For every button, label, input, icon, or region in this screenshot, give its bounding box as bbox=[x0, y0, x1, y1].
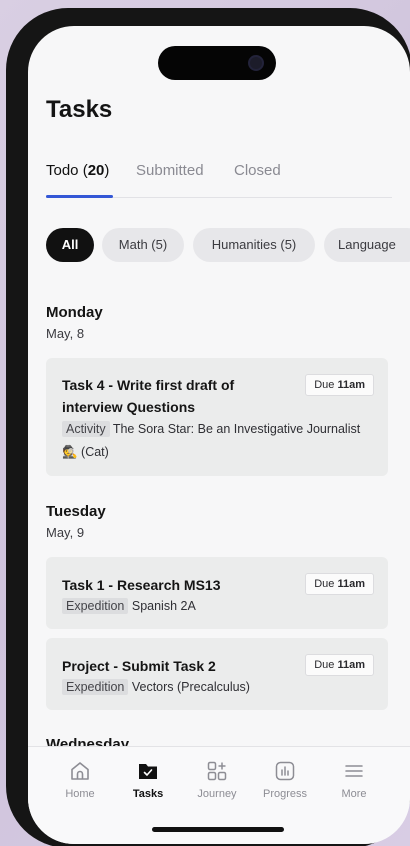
tab-todo-label: Todo bbox=[46, 162, 79, 179]
task-course: Vectors (Precalculus) bbox=[131, 680, 250, 694]
bottom-nav: Home Tasks Journey Progress More bbox=[28, 746, 410, 844]
tab-todo[interactable]: Todo (20) bbox=[46, 162, 109, 179]
menu-icon bbox=[345, 765, 363, 777]
nav-progress-label: Progress bbox=[262, 788, 308, 800]
task-type-tag: Expedition bbox=[62, 679, 129, 695]
dynamic-island bbox=[158, 46, 276, 80]
nav-tasks[interactable]: Tasks bbox=[117, 759, 179, 800]
progress-chart-icon bbox=[275, 761, 295, 781]
day-date: May, 8 bbox=[46, 326, 85, 341]
tab-todo-count: 20 bbox=[87, 162, 105, 179]
filter-math[interactable]: Math (5) bbox=[102, 228, 184, 262]
app-screen: Tasks Todo (20) Submitted Closed All Mat… bbox=[28, 26, 410, 844]
nav-journey[interactable]: Journey bbox=[186, 759, 248, 800]
task-title: Task 1 - Research MS13 bbox=[62, 577, 221, 593]
task-meta: Expedition Spanish 2A bbox=[62, 595, 362, 618]
due-time: 11am bbox=[337, 659, 365, 671]
nav-more[interactable]: More bbox=[323, 759, 385, 800]
tab-closed[interactable]: Closed bbox=[234, 162, 281, 179]
task-type-tag: Activity bbox=[62, 421, 110, 437]
nav-more-label: More bbox=[341, 788, 367, 800]
task-card[interactable]: Task 4 - Write first draft of interview … bbox=[46, 358, 388, 476]
nav-home-label: Home bbox=[65, 788, 95, 800]
task-course: Spanish 2A bbox=[131, 599, 196, 613]
due-time: 11am bbox=[337, 379, 365, 391]
day-date: May, 9 bbox=[46, 525, 85, 540]
phone-frame: Tasks Todo (20) Submitted Closed All Mat… bbox=[6, 8, 410, 846]
due-time: 11am bbox=[337, 578, 365, 590]
tab-todo-close-paren: ) bbox=[104, 162, 110, 179]
day-heading: Monday bbox=[46, 304, 103, 321]
nav-tasks-label: Tasks bbox=[132, 788, 164, 800]
page-title: Tasks bbox=[46, 96, 113, 123]
task-card[interactable]: Task 1 - Research MS13 Due 11am Expediti… bbox=[46, 557, 388, 629]
nav-journey-label: Journey bbox=[197, 788, 237, 800]
home-indicator[interactable] bbox=[152, 827, 284, 832]
task-meta: Activity The Sora Star: Be an Investigat… bbox=[62, 418, 362, 464]
nav-progress[interactable]: Progress bbox=[254, 759, 316, 800]
filter-chips: All Math (5) Humanities (5) Language bbox=[46, 228, 410, 262]
nav-home[interactable]: Home bbox=[49, 759, 111, 800]
task-type-tag: Expedition bbox=[62, 598, 129, 614]
camera-icon bbox=[248, 55, 264, 71]
due-prefix: Due bbox=[314, 659, 335, 671]
task-title: Project - Submit Task 2 bbox=[62, 658, 216, 674]
active-tab-indicator bbox=[46, 195, 113, 198]
tab-submitted[interactable]: Submitted bbox=[136, 162, 204, 179]
task-tabs: Todo (20) Submitted Closed bbox=[46, 162, 392, 198]
day-heading: Tuesday bbox=[46, 503, 106, 520]
filter-all[interactable]: All bbox=[46, 228, 94, 262]
journey-grid-icon bbox=[207, 761, 227, 781]
due-badge: Due 11am bbox=[305, 654, 374, 676]
task-meta: Expedition Vectors (Precalculus) bbox=[62, 676, 362, 699]
tasks-folder-icon bbox=[139, 764, 157, 779]
due-prefix: Due bbox=[314, 578, 335, 590]
due-badge: Due 11am bbox=[305, 374, 374, 396]
due-badge: Due 11am bbox=[305, 573, 374, 595]
filter-language[interactable]: Language bbox=[324, 228, 410, 262]
task-card[interactable]: Project - Submit Task 2 Due 11am Expedit… bbox=[46, 638, 388, 710]
due-prefix: Due bbox=[314, 379, 335, 391]
filter-humanities[interactable]: Humanities (5) bbox=[193, 228, 315, 262]
home-icon bbox=[71, 762, 89, 780]
task-title: Task 4 - Write first draft of interview … bbox=[62, 377, 235, 415]
